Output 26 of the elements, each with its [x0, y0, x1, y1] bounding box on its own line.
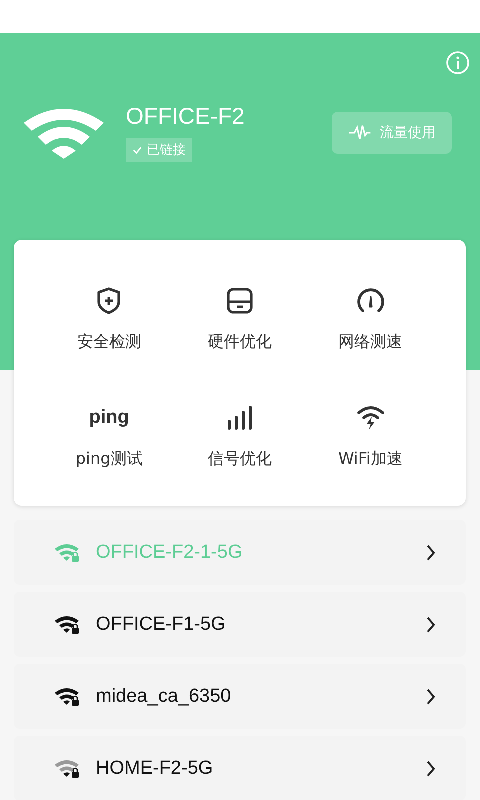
chevron-right-icon — [426, 616, 436, 634]
tool-item[interactable]: WiFi加速 — [305, 395, 436, 478]
status-text: 已链接 — [147, 142, 186, 159]
shield-plus-icon — [96, 287, 122, 315]
chevron-right-icon — [426, 760, 436, 778]
tool-item[interactable]: 安全检测 — [44, 278, 175, 361]
tool-item[interactable]: 网络测速 — [305, 278, 436, 361]
signal-bars-icon — [226, 405, 253, 431]
info-icon[interactable] — [446, 51, 470, 75]
wifi-lock-icon — [54, 614, 82, 634]
wifi-bolt-icon — [356, 405, 385, 431]
wifi-lock-icon — [54, 758, 82, 778]
wifi-icon — [22, 106, 106, 158]
ping-icon: ping — [89, 407, 130, 429]
chevron-right-icon — [426, 688, 436, 706]
network-name: OFFICE-F2 — [126, 103, 246, 130]
check-icon — [132, 144, 143, 156]
wifi-lock-icon — [54, 542, 82, 562]
pulse-icon — [348, 124, 372, 140]
tool-item[interactable]: ping ping测试 — [44, 395, 175, 478]
gauge-icon — [356, 287, 386, 315]
tool-item[interactable]: 硬件优化 — [174, 278, 306, 361]
wifi-lock-icon — [54, 686, 82, 706]
chevron-right-icon — [426, 544, 436, 562]
tool-item[interactable]: 信号优化 — [174, 395, 306, 478]
drive-icon — [226, 287, 254, 315]
